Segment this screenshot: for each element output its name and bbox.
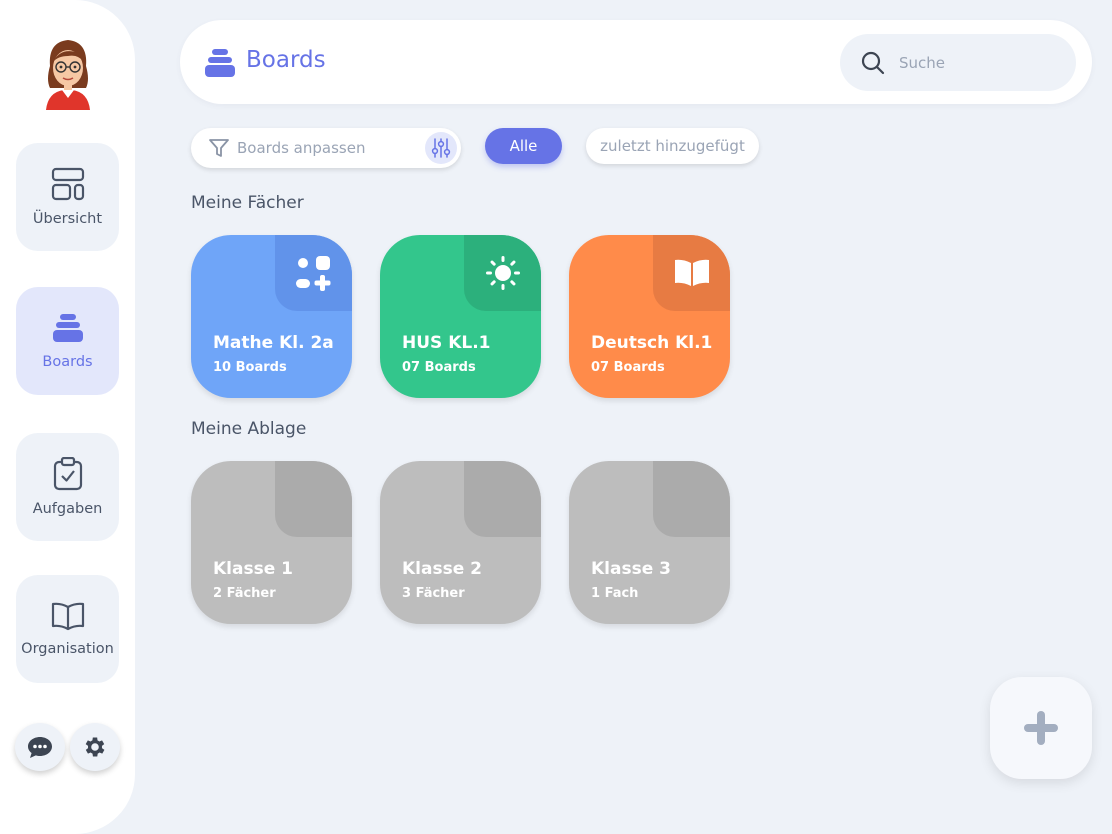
filter-funnel-icon xyxy=(209,139,229,157)
card-subtitle: 10 Boards xyxy=(213,360,287,375)
card-corner xyxy=(653,235,730,311)
sidebar-item-tasks[interactable]: Aufgaben xyxy=(16,433,119,541)
boards-stack-icon xyxy=(52,314,83,342)
card-title: Klasse 1 xyxy=(213,559,293,579)
card-subtitle: 07 Boards xyxy=(591,360,665,375)
clipboard-check-icon xyxy=(53,457,82,491)
search-icon xyxy=(861,51,885,75)
filter-chip-all[interactable]: Alle xyxy=(485,128,562,164)
card-subtitle: 07 Boards xyxy=(402,360,476,375)
section-title-subjects: Meine Fächer xyxy=(191,193,304,213)
card-corner xyxy=(464,235,541,311)
sun-icon xyxy=(485,256,520,290)
card-corner xyxy=(653,461,730,537)
card-corner xyxy=(275,235,352,311)
gear-icon xyxy=(85,737,105,757)
archive-card[interactable]: Klasse 3 1 Fach xyxy=(569,461,730,624)
sliders-icon xyxy=(431,138,451,158)
layout-icon xyxy=(51,167,84,201)
section-title-archive: Meine Ablage xyxy=(191,419,307,439)
sidebar-item-overview[interactable]: Übersicht xyxy=(16,143,119,251)
sidebar-item-label: Aufgaben xyxy=(32,501,103,517)
chat-button[interactable] xyxy=(15,723,65,771)
chat-bubble-icon xyxy=(28,737,52,758)
subject-card[interactable]: HUS KL.1 07 Boards xyxy=(380,235,541,398)
open-book-icon xyxy=(51,602,84,631)
card-subtitle: 3 Fächer xyxy=(402,586,465,601)
sidebar-item-organisation[interactable]: Organisation xyxy=(16,575,119,683)
sidebar-item-label: Organisation xyxy=(21,641,114,657)
user-avatar[interactable] xyxy=(40,36,96,112)
filter-input[interactable]: Boards anpassen xyxy=(191,128,461,168)
card-subtitle: 1 Fach xyxy=(591,586,639,601)
sidebar-item-boards[interactable]: Boards xyxy=(16,287,119,395)
adjust-filter-button[interactable] xyxy=(425,132,457,164)
card-title: HUS KL.1 xyxy=(402,333,491,353)
archive-card[interactable]: Klasse 2 3 Fächer xyxy=(380,461,541,624)
plus-icon xyxy=(1024,711,1058,745)
card-title: Deutsch Kl.1 xyxy=(591,333,713,353)
sidebar: Übersicht Boards Aufgaben Organisation xyxy=(0,0,135,834)
add-button[interactable] xyxy=(990,677,1092,779)
book-icon xyxy=(674,259,709,286)
search-placeholder: Suche xyxy=(899,54,946,72)
subject-card[interactable]: Deutsch Kl.1 07 Boards xyxy=(569,235,730,398)
filter-chip-recent[interactable]: zuletzt hinzugefügt xyxy=(586,128,759,164)
archive-card[interactable]: Klasse 1 2 Fächer xyxy=(191,461,352,624)
sidebar-item-label: Übersicht xyxy=(32,211,103,227)
card-title: Klasse 3 xyxy=(591,559,671,579)
boards-stack-icon xyxy=(205,49,235,77)
card-corner xyxy=(275,461,352,537)
settings-button[interactable] xyxy=(70,723,120,771)
sidebar-item-label: Boards xyxy=(42,354,93,370)
filter-placeholder: Boards anpassen xyxy=(237,139,366,157)
card-corner xyxy=(464,461,541,537)
header-bar: Boards Suche xyxy=(180,20,1092,104)
page-title: Boards xyxy=(246,47,326,73)
math-shapes-icon xyxy=(295,256,330,291)
card-title: Klasse 2 xyxy=(402,559,482,579)
subject-card[interactable]: Mathe Kl. 2a 10 Boards xyxy=(191,235,352,398)
card-title: Mathe Kl. 2a xyxy=(213,333,334,353)
search-input[interactable]: Suche xyxy=(840,34,1076,91)
card-subtitle: 2 Fächer xyxy=(213,586,276,601)
